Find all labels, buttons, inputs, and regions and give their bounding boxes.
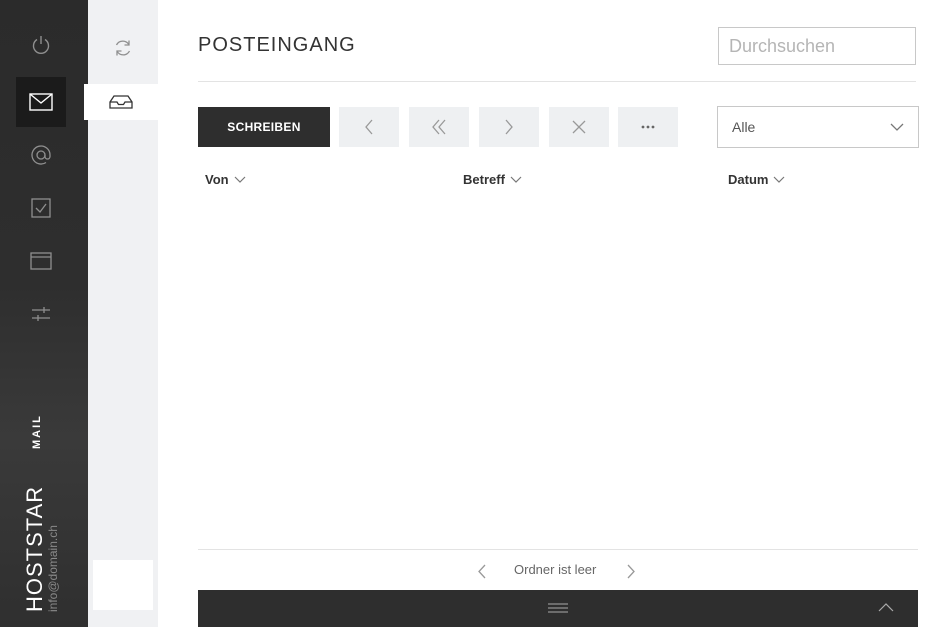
inbox-tray-icon bbox=[109, 95, 133, 109]
brand-area: MAIL HOSTSTAR info@domain.ch bbox=[0, 397, 88, 627]
search-input[interactable] bbox=[718, 27, 916, 65]
footer-bar bbox=[198, 590, 918, 627]
chevron-right-icon bbox=[505, 119, 513, 135]
folder-inbox[interactable] bbox=[84, 84, 158, 120]
delete-button[interactable] bbox=[549, 107, 609, 147]
account-email: info@domain.ch bbox=[46, 525, 60, 612]
more-dots-icon bbox=[641, 125, 655, 129]
brand-product: MAIL bbox=[31, 414, 43, 449]
header-divider bbox=[198, 81, 916, 82]
chevron-down-icon bbox=[890, 123, 904, 131]
chevron-left-icon bbox=[365, 119, 373, 135]
column-header-subject[interactable]: Betreff bbox=[463, 172, 522, 187]
sort-chevron-icon bbox=[234, 176, 246, 183]
sliders-icon bbox=[32, 307, 50, 321]
column-label-from: Von bbox=[205, 172, 229, 187]
menu-lines-icon[interactable] bbox=[548, 603, 568, 613]
brand-logo: HOSTSTAR bbox=[22, 485, 47, 612]
previous-button[interactable] bbox=[339, 107, 399, 147]
rail-calendar-button[interactable] bbox=[16, 236, 66, 286]
rail-tasks-button[interactable] bbox=[16, 183, 66, 233]
page-title: POSTEINGANG bbox=[198, 34, 356, 56]
pager: Ordner ist leer bbox=[478, 560, 648, 582]
filter-select[interactable]: Alle bbox=[717, 106, 919, 148]
pager-prev-icon[interactable] bbox=[478, 564, 487, 579]
envelope-icon bbox=[29, 93, 53, 111]
power-button[interactable] bbox=[16, 20, 66, 70]
column-label-subject: Betreff bbox=[463, 172, 505, 187]
at-sign-icon bbox=[31, 145, 51, 165]
power-icon bbox=[32, 36, 50, 54]
calendar-icon bbox=[30, 252, 52, 270]
pager-next-icon[interactable] bbox=[626, 564, 635, 579]
compose-button[interactable]: SCHREIBEN bbox=[198, 107, 330, 147]
column-header-from[interactable]: Von bbox=[205, 172, 246, 187]
refresh-icon bbox=[115, 40, 131, 56]
list-bottom-divider bbox=[198, 549, 918, 550]
app-rail: MAIL HOSTSTAR info@domain.ch bbox=[0, 0, 88, 627]
sort-chevron-icon bbox=[510, 176, 522, 183]
rail-contacts-button[interactable] bbox=[16, 130, 66, 180]
checkbox-icon bbox=[31, 198, 51, 218]
first-button[interactable] bbox=[409, 107, 469, 147]
sync-button[interactable] bbox=[110, 35, 136, 61]
column-header-date[interactable]: Datum bbox=[728, 172, 785, 187]
column-label-date: Datum bbox=[728, 172, 769, 187]
next-button[interactable] bbox=[479, 107, 539, 147]
pager-status: Ordner ist leer bbox=[514, 562, 597, 577]
folder-panel-footer bbox=[93, 560, 153, 610]
filter-value: Alle bbox=[732, 119, 756, 135]
close-icon bbox=[572, 120, 586, 134]
double-chevron-left-icon bbox=[432, 119, 446, 135]
rail-settings-button[interactable] bbox=[16, 289, 66, 339]
sort-chevron-icon bbox=[774, 176, 785, 183]
chevron-up-icon[interactable] bbox=[878, 603, 894, 612]
rail-mail-button[interactable] bbox=[16, 77, 66, 127]
folder-panel bbox=[84, 0, 158, 627]
main-panel: POSTEINGANG SCHREIBEN bbox=[158, 0, 927, 627]
more-button[interactable] bbox=[618, 107, 678, 147]
